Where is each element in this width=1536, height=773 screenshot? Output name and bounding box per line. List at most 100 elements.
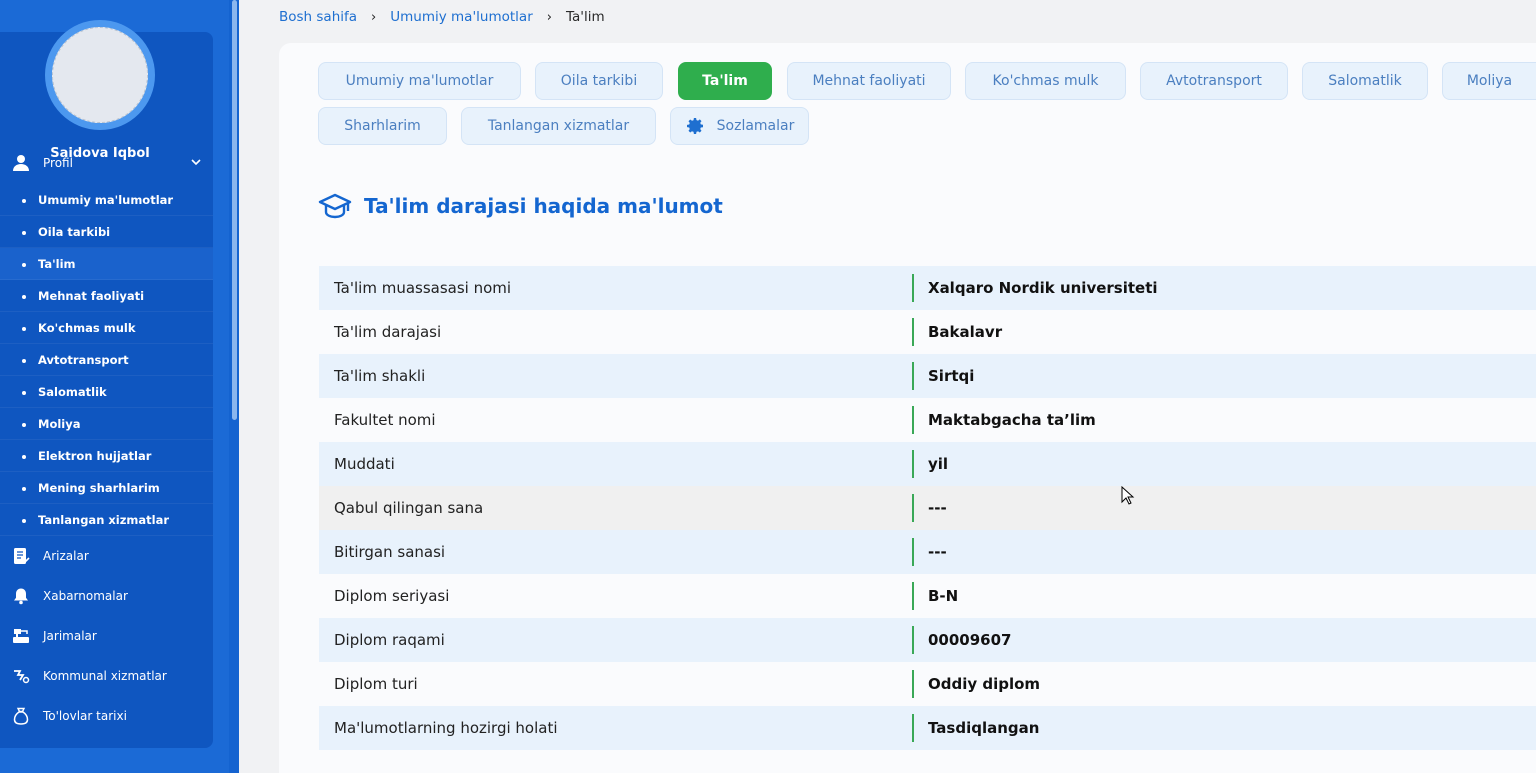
fine-icon (11, 626, 31, 646)
row-value: Sirtqi (928, 367, 975, 385)
row-value: Xalqaro Nordik universiteti (928, 279, 1158, 297)
tab-tanlangan-xizmatlar[interactable]: Tanlangan xizmatlar (461, 107, 656, 145)
gear-icon (686, 118, 703, 134)
utility-icon (11, 666, 31, 686)
sidebar-item-kommunal[interactable]: Kommunal xizmatlar (0, 656, 213, 696)
sidebar-subitem-label: Avtotransport (38, 352, 129, 367)
sidebar-subitem-label: Tanlangan xizmatlar (38, 512, 170, 527)
row-divider (912, 318, 914, 346)
tab-kochmas-mulk[interactable]: Ko'chmas mulk (965, 62, 1126, 100)
sidebar-subitem-elektron[interactable]: Elektron hujjatlar (0, 440, 213, 472)
row-label: Fakultet nomi (334, 411, 436, 429)
sidebar-item-jarimalar[interactable]: Jarimalar (0, 616, 213, 656)
sidebar-item-profile[interactable]: Profil (0, 143, 213, 183)
tab-talim[interactable]: Ta'lim (678, 62, 772, 100)
section-title: Ta'lim darajasi haqida ma'lumot (364, 194, 723, 218)
bullet-icon (22, 263, 26, 267)
document-list-icon (11, 546, 31, 566)
tab-sharhlarim[interactable]: Sharhlarim (318, 107, 447, 145)
row-divider (912, 538, 914, 566)
avatar-photo-placeholder (52, 27, 148, 123)
sidebar-item-xabarnomalar[interactable]: Xabarnomalar (0, 576, 213, 616)
sidebar-subitem-oila[interactable]: Oila tarkibi (0, 216, 213, 248)
user-icon (11, 153, 31, 173)
bullet-icon (22, 423, 26, 427)
row-label: Diplom turi (334, 675, 418, 693)
row-value: Bakalavr (928, 323, 1003, 341)
mouse-cursor-icon (1121, 486, 1135, 505)
sidebar-subitem-talim[interactable]: Ta'lim (0, 248, 213, 280)
sidebar-item-arizalar[interactable]: Arizalar (0, 536, 213, 576)
info-row: Diplom turi Oddiy diplom (319, 662, 1536, 706)
row-value: Tasdiqlangan (928, 719, 1040, 737)
sidebar-item-tolovlar[interactable]: To'lovlar tarixi (0, 696, 213, 736)
row-label: Ta'lim darajasi (334, 323, 442, 341)
tab-label: Sharhlarim (344, 118, 421, 134)
sidebar-item-label: Xabarnomalar (43, 589, 128, 603)
sidebar-subitem-label: Ko'chmas mulk (38, 320, 136, 335)
tab-umumiy-malumotlar[interactable]: Umumiy ma'lumotlar (318, 62, 521, 100)
bullet-icon (22, 327, 26, 331)
row-label: Ma'lumotlarning hozirgi holati (334, 719, 558, 737)
row-label: Diplom raqami (334, 631, 445, 649)
info-row: Ma'lumotlarning hozirgi holati Tasdiqlang… (319, 706, 1536, 750)
sidebar-subitem-label: Elektron hujjatlar (38, 448, 152, 463)
row-value: Maktabgacha ta’lim (928, 411, 1096, 429)
tab-mehnat-faoliyati[interactable]: Mehnat faoliyati (787, 62, 951, 100)
tab-label: Ko'chmas mulk (992, 73, 1099, 89)
bullet-icon (22, 519, 26, 523)
sidebar-subitem-sharhlarim[interactable]: Mening sharhlarim (0, 472, 213, 504)
tab-label: Umumiy ma'lumotlar (345, 73, 494, 89)
row-divider (912, 450, 914, 478)
sidebar-subitem-avtotransport[interactable]: Avtotransport (0, 344, 213, 376)
row-label: Ta'lim muassasasi nomi (334, 279, 512, 297)
breadcrumb-home-link[interactable]: Bosh sahifa (279, 9, 357, 25)
money-bag-icon (11, 706, 31, 726)
info-row: Ta'lim muassasasi nomi Xalqaro Nordik uni… (319, 266, 1536, 310)
sidebar-subitem-tanlangan[interactable]: Tanlangan xizmatlar (0, 504, 213, 536)
row-value: Oddiy diplom (928, 675, 1041, 693)
graduation-cap-icon (318, 193, 352, 219)
sidebar-subitem-salomatlik[interactable]: Salomatlik (0, 376, 213, 408)
tab-oila-tarkibi[interactable]: Oila tarkibi (535, 62, 663, 100)
info-row: Muddati yil (319, 442, 1536, 486)
sidebar-subitem-kochmas[interactable]: Ko'chmas mulk (0, 312, 213, 344)
sidebar-subitem-label: Moliya (38, 416, 81, 431)
info-row: Fakultet nomi Maktabgacha ta’lim (319, 398, 1536, 442)
info-row: Ta'lim shakli Sirtqi (319, 354, 1536, 398)
tab-label: Mehnat faoliyati (812, 73, 926, 89)
tab-label: Moliya (1466, 73, 1513, 89)
sidebar-item-label: To'lovlar tarixi (43, 709, 127, 723)
row-value: 00009607 (928, 631, 1012, 649)
sidebar-subitem-label: Ta'lim (38, 256, 76, 271)
sidebar-item-label: Profil (43, 156, 73, 170)
sidebar-item-label: Arizalar (43, 549, 89, 563)
bullet-icon (22, 455, 26, 459)
sidebar-subitem-umumiy[interactable]: Umumiy ma'lumotlar (0, 184, 213, 216)
bullet-icon (22, 391, 26, 395)
tab-salomatlik[interactable]: Salomatlik (1302, 62, 1428, 100)
sidebar-item-label: Jarimalar (43, 629, 97, 643)
breadcrumb-parent-link[interactable]: Umumiy ma'lumotlar (390, 9, 533, 25)
tab-moliya[interactable]: Moliya (1442, 62, 1536, 100)
sidebar-subitem-moliya[interactable]: Moliya (0, 408, 213, 440)
tab-label: Salomatlik (1328, 73, 1402, 89)
bullet-icon (22, 359, 26, 363)
tab-sozlamalar[interactable]: Sozlamalar (670, 107, 809, 145)
tab-label: Sozlamalar (716, 118, 795, 134)
sidebar-item-label: Kommunal xizmatlar (43, 669, 167, 683)
avatar[interactable] (45, 20, 155, 130)
section-header: Ta'lim darajasi haqida ma'lumot (318, 190, 723, 222)
row-label: Ta'lim shakli (334, 367, 426, 385)
sidebar-subitem-mehnat[interactable]: Mehnat faoliyati (0, 280, 213, 312)
row-label: Muddati (334, 455, 395, 473)
info-row: Bitirgan sanasi --- (319, 530, 1536, 574)
sidebar-subitem-label: Mening sharhlarim (38, 480, 160, 495)
sidebar-scrollbar-thumb[interactable] (232, 0, 237, 420)
row-divider (912, 274, 914, 302)
sidebar-subitem-label: Salomatlik (38, 384, 107, 399)
tab-avtotransport[interactable]: Avtotransport (1140, 62, 1288, 100)
info-row: Diplom seriyasi B-N (319, 574, 1536, 618)
breadcrumb: Bosh sahifa › Umumiy ma'lumotlar › Ta'li… (279, 8, 605, 26)
chevron-down-icon (191, 159, 201, 166)
